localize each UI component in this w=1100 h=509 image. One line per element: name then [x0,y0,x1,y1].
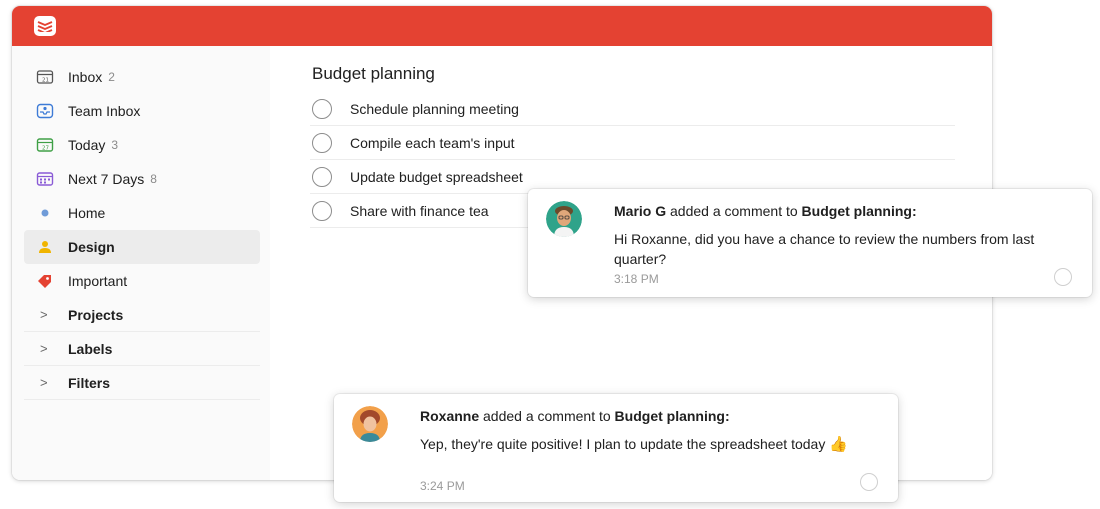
comment-complete-checkbox[interactable] [1054,268,1072,286]
comment-project: Budget planning: [801,203,917,219]
task-checkbox[interactable] [312,99,332,119]
team-inbox-icon [36,103,54,119]
task-label: Update budget spreadsheet [350,168,523,185]
sidebar-section-filters[interactable]: > Filters [24,366,260,400]
inbox-icon: 21 [36,69,54,85]
task-label: Compile each team's input [350,134,515,151]
sidebar-item-count: 8 [150,172,157,186]
sidebar-item-count: 2 [108,70,115,84]
comment-header: Mario G added a comment to Budget planni… [614,203,917,219]
sidebar-item-inbox[interactable]: 21 Inbox 2 [24,60,260,94]
task-checkbox[interactable] [312,201,332,221]
comment-author: Mario G [614,203,667,219]
comment-card[interactable]: Mario G added a comment to Budget planni… [528,189,1092,297]
person-icon [36,239,54,255]
sidebar-section-projects[interactable]: > Projects [24,298,260,332]
svg-text:27: 27 [42,146,49,152]
top-bar [12,6,992,46]
task-item[interactable]: Compile each team's input [310,126,955,160]
sidebar-section-label: Filters [68,374,111,391]
comment-card[interactable]: Roxanne added a comment to Budget planni… [334,394,898,502]
sidebar-section-labels[interactable]: > Labels [24,332,260,366]
task-label: Schedule planning meeting [350,100,519,117]
avatar [352,406,388,442]
svg-text:21: 21 [42,78,49,84]
chevron-right-icon: > [40,375,48,390]
next-7-days-icon [36,171,54,187]
comment-action: added a comment to [670,203,798,219]
comment-text: Yep, they're quite positive! I plan to u… [420,436,826,452]
comment-header: Roxanne added a comment to Budget planni… [420,408,730,424]
sidebar-item-today[interactable]: 27 Today 3 [24,128,260,162]
comment-complete-checkbox[interactable] [860,473,878,491]
home-dot-icon [36,205,54,221]
sidebar-item-important[interactable]: Important [24,264,260,298]
sidebar-item-label: Home [68,205,106,221]
comment-project: Budget planning: [614,408,730,424]
thumbs-up-icon: 👍 [829,436,849,453]
sidebar-item-label: Important [68,273,128,289]
sidebar: 21 Inbox 2 Team Inbox 27 Today 3 Next 7 … [12,46,270,480]
label-tag-icon [36,273,54,289]
comment-author: Roxanne [420,408,480,424]
task-label: Share with finance tea [350,202,489,219]
avatar [546,201,582,237]
comment-action: added a comment to [483,408,611,424]
task-checkbox[interactable] [312,167,332,187]
comment-body: Hi Roxanne, did you have a chance to rev… [614,231,1035,267]
sidebar-item-label: Inbox [68,69,103,85]
project-title: Budget planning [312,64,435,83]
comment-timestamp: 3:18 PM [614,272,659,286]
task-item[interactable]: Schedule planning meeting [310,92,955,126]
sidebar-item-team-inbox[interactable]: Team Inbox [24,94,260,128]
sidebar-item-count: 3 [111,138,119,152]
todoist-logo-icon[interactable] [34,16,56,36]
sidebar-item-label: Design [68,239,115,255]
sidebar-item-design[interactable]: Design [24,230,260,264]
chevron-right-icon: > [40,307,48,322]
sidebar-section-label: Projects [68,306,124,323]
today-calendar-icon: 27 [36,137,54,153]
sidebar-item-label: Next 7 Days [68,171,145,187]
comment-body: Yep, they're quite positive! I plan to u… [420,434,880,455]
sidebar-item-next-7-days[interactable]: Next 7 Days 8 [24,162,260,196]
sidebar-item-label: Team Inbox [68,103,141,119]
comment-timestamp: 3:24 PM [420,479,465,493]
sidebar-item-home[interactable]: Home [24,196,260,230]
sidebar-item-label: Today [68,137,106,153]
task-checkbox[interactable] [312,133,332,153]
sidebar-section-label: Labels [68,340,113,357]
chevron-right-icon: > [40,341,48,356]
